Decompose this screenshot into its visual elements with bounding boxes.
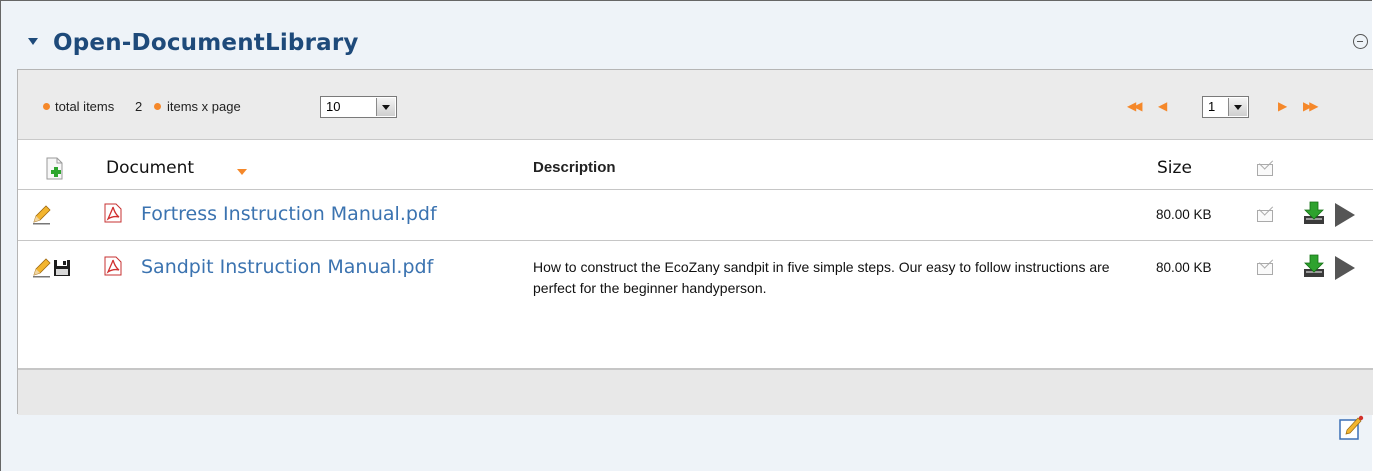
total-items-label: total items — [55, 99, 115, 114]
document-description: How to construct the EcoZany sandpit in … — [533, 259, 1110, 296]
bullet-icon — [43, 103, 50, 110]
table-row: Sandpit Instruction Manual.pdf How to co… — [18, 241, 1373, 366]
items-per-page-label: items x page — [167, 99, 241, 114]
table-row: Fortress Instruction Manual.pdf 80.00 KB — [18, 190, 1373, 241]
sort-arrow-icon[interactable] — [236, 168, 248, 176]
column-header-size: Size — [1157, 158, 1192, 178]
pdf-icon — [104, 256, 122, 276]
page-select[interactable]: 1 — [1202, 96, 1249, 118]
bullet-icon — [154, 103, 161, 110]
document-library-table: total items 2 items x page 10 ◀◀ ◀ 1 ▶ ▶… — [17, 69, 1373, 415]
mail-icon[interactable] — [1257, 263, 1273, 275]
first-page-icon[interactable]: ◀◀ — [1127, 100, 1143, 112]
prev-page-icon[interactable]: ◀ — [1158, 100, 1167, 112]
portlet-header: Open-DocumentLibrary — [1, 1, 1373, 69]
chevron-down-icon[interactable] — [28, 38, 38, 45]
document-link[interactable]: Sandpit Instruction Manual.pdf — [141, 256, 433, 278]
play-icon[interactable] — [1335, 203, 1355, 227]
play-icon[interactable] — [1335, 256, 1355, 280]
edit-portlet-icon[interactable] — [1338, 415, 1364, 441]
document-size: 80.00 KB — [1156, 260, 1212, 275]
download-icon[interactable] — [1303, 254, 1325, 278]
items-per-page-select[interactable]: 10 — [320, 96, 397, 118]
document-link[interactable]: Fortress Instruction Manual.pdf — [141, 203, 437, 225]
minimize-icon[interactable] — [1353, 34, 1368, 49]
mail-icon[interactable] — [1257, 210, 1273, 222]
pager-toolbar: total items 2 items x page 10 ◀◀ ◀ 1 ▶ ▶… — [18, 70, 1373, 140]
current-page-value: 1 — [1208, 99, 1216, 114]
table-footer — [18, 368, 1373, 415]
edit-pencil-icon[interactable] — [31, 258, 51, 278]
document-library-portlet: Open-DocumentLibrary total items 2 items… — [0, 0, 1373, 471]
edit-pencil-icon[interactable] — [31, 205, 51, 225]
last-page-icon[interactable]: ▶▶ — [1303, 100, 1319, 112]
pdf-icon — [104, 203, 122, 223]
save-icon[interactable] — [53, 259, 71, 277]
chevron-down-icon[interactable] — [1228, 98, 1247, 116]
items-per-page-value: 10 — [326, 99, 341, 114]
mail-icon[interactable] — [1257, 164, 1273, 176]
chevron-down-icon[interactable] — [376, 98, 395, 116]
table-header: Document Description Size — [18, 140, 1373, 190]
total-items-count: 2 — [135, 99, 143, 114]
column-header-document[interactable]: Document — [106, 158, 194, 178]
column-header-description: Description — [533, 159, 616, 176]
add-document-icon[interactable] — [43, 157, 65, 181]
document-size: 80.00 KB — [1156, 207, 1212, 222]
download-icon[interactable] — [1303, 201, 1325, 225]
next-page-icon[interactable]: ▶ — [1278, 100, 1287, 112]
portlet-title: Open-DocumentLibrary — [53, 30, 359, 56]
